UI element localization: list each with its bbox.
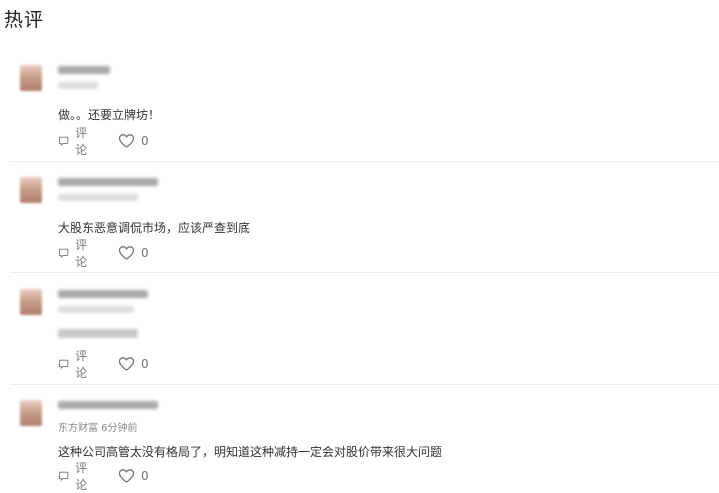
like-button[interactable]: 0	[118, 133, 149, 149]
heart-icon	[118, 134, 135, 148]
comment-meta: 东方财富 6分钟前	[58, 423, 138, 434]
like-button[interactable]: 0	[118, 356, 149, 372]
author-name[interactable]	[58, 290, 148, 298]
reply-button[interactable]: 评论	[58, 126, 92, 157]
comment-text: 做。。还要立牌坊！	[58, 108, 161, 122]
reply-button[interactable]: 评论	[58, 461, 92, 492]
author-name[interactable]	[58, 401, 158, 409]
reply-button[interactable]: 评论	[58, 349, 92, 380]
reply-label: 评论	[75, 238, 88, 269]
avatar[interactable]	[20, 177, 42, 203]
comment-icon	[58, 248, 69, 258]
like-button[interactable]: 0	[118, 468, 149, 484]
like-count: 0	[141, 469, 149, 483]
heart-icon	[118, 469, 135, 483]
avatar[interactable]	[20, 289, 42, 315]
comment-text: 这种公司高管太没有格局了，明知道这种减持一定会对股价带来很大问题	[58, 445, 443, 459]
like-count: 0	[141, 357, 149, 371]
comment-meta	[58, 306, 134, 313]
like-button[interactable]: 0	[118, 245, 149, 261]
like-count: 0	[141, 246, 149, 260]
heart-icon	[118, 357, 135, 371]
divider	[10, 384, 719, 385]
comment-meta	[58, 194, 138, 201]
avatar[interactable]	[20, 400, 42, 426]
comment-icon	[58, 136, 69, 146]
like-count: 0	[141, 134, 149, 148]
reply-label: 评论	[75, 349, 88, 380]
reply-button[interactable]: 评论	[58, 238, 92, 269]
comment-meta	[58, 82, 98, 89]
author-name[interactable]	[58, 178, 158, 186]
heart-icon	[118, 246, 135, 260]
comment-text	[58, 329, 138, 338]
comment-icon	[58, 471, 69, 481]
divider	[10, 161, 719, 162]
comment-icon	[58, 359, 69, 369]
avatar[interactable]	[20, 65, 42, 91]
reply-label: 评论	[75, 126, 88, 157]
divider	[10, 272, 719, 273]
comment-text: 大股东恶意调侃市场，应该严查到底	[58, 221, 251, 235]
author-name[interactable]	[58, 66, 110, 74]
reply-label: 评论	[75, 461, 88, 492]
page-title: 热评	[4, 9, 45, 31]
